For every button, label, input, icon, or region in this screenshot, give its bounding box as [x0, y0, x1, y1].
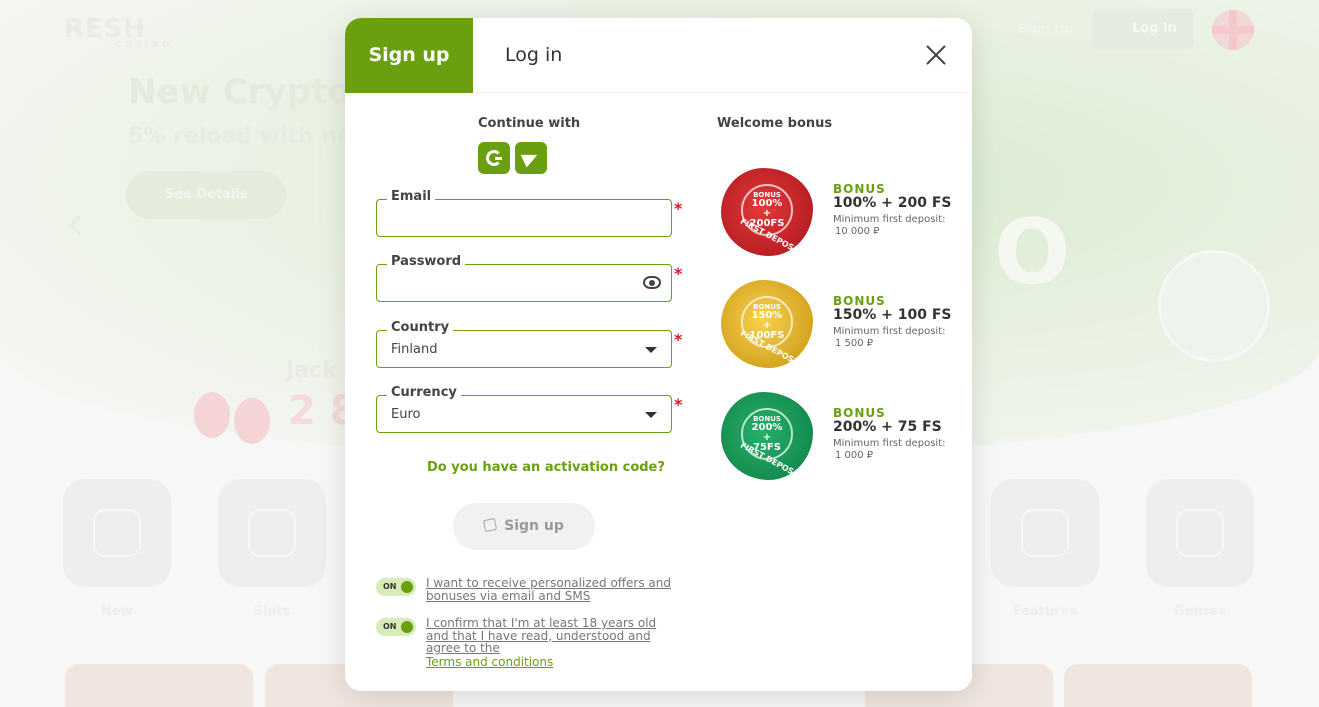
bonus-card-3: BONUS 200% + 75FS FIRST DEPOSIT BONUS 200… [717, 392, 957, 488]
offers-toggle[interactable]: ON [376, 578, 416, 596]
cubes-icon [1176, 509, 1224, 557]
game-card [1064, 664, 1252, 707]
terms-link[interactable]: Terms and conditions [426, 655, 553, 669]
country-select[interactable]: Country Finland [376, 320, 672, 368]
bonus-seal-image: BONUS 100% + 200FS FIRST DEPOSIT [721, 168, 813, 256]
bonus-min-value: 10 000 ₽ [835, 226, 880, 237]
toggle-state: ON [383, 622, 397, 631]
google-icon [486, 150, 502, 166]
bonus-amount: 100% + 200 FS [833, 195, 952, 211]
email-input[interactable] [391, 210, 641, 225]
currency-value: Euro [391, 407, 421, 422]
country-label: Country [387, 320, 454, 335]
category-label: New [101, 604, 133, 619]
google-login-button[interactable] [478, 142, 510, 174]
chevron-down-icon [645, 347, 657, 353]
hero-subtitle: 5% reload with no w [128, 124, 381, 149]
tab-signup[interactable]: Sign up [345, 18, 473, 93]
bonus-tag: BONUS [833, 406, 886, 420]
hero-details-button: See Details [126, 171, 286, 219]
badge-icon [1021, 509, 1069, 557]
bonus-card-1: BONUS 100% + 200FS FIRST DEPOSIT BONUS 10… [717, 168, 957, 264]
cherry-icon [194, 392, 230, 438]
chevron-down-icon [645, 412, 657, 418]
signup-modal: Sign up Log in Continue with Email * Pas… [345, 18, 972, 691]
category-slots [218, 479, 326, 587]
category-label: Genres [1174, 604, 1226, 619]
country-value: Finland [391, 342, 438, 357]
category-new [63, 479, 171, 587]
show-password-icon[interactable] [643, 276, 661, 289]
continue-with-label: Continue with [478, 116, 581, 131]
jackpot-label: Jack [286, 358, 337, 383]
bonus-tag: BONUS [833, 294, 886, 308]
game-card [65, 664, 253, 707]
category-genres [1146, 479, 1254, 587]
activation-code-link[interactable]: Do you have an activation code? [427, 460, 665, 475]
new-badge-icon [93, 509, 141, 557]
header-login-button: Log in [1092, 9, 1194, 49]
currency-label: Currency [387, 385, 461, 400]
email-field[interactable]: Email [376, 189, 672, 237]
bonus-seal-image: BONUS 200% + 75FS FIRST DEPOSIT [721, 392, 813, 480]
toggle-knob [401, 621, 413, 633]
required-marker: * [674, 395, 683, 414]
bonus-seal-image: BONUS 150% + 100FS FIRST DEPOSIT [721, 280, 813, 368]
toggle-knob [401, 581, 413, 593]
password-input[interactable] [391, 275, 641, 290]
slot-machine-icon [248, 509, 296, 557]
currency-select[interactable]: Currency Euro [376, 385, 672, 433]
close-icon[interactable] [923, 42, 949, 68]
offers-consent-text[interactable]: I want to receive personalized offers an… [426, 577, 676, 602]
email-label: Email [387, 189, 436, 204]
hero-coin-image [1158, 250, 1270, 362]
cherry-icon [234, 398, 270, 444]
welcome-bonus-title: Welcome bonus [717, 116, 833, 131]
age-confirm-toggle[interactable]: ON [376, 618, 416, 636]
bonus-card-2: BONUS 150% + 100FS FIRST DEPOSIT BONUS 15… [717, 280, 957, 376]
category-label: Slots [253, 604, 291, 619]
bonus-tag: BONUS [833, 182, 886, 196]
category-label: Features [1012, 604, 1078, 619]
password-field[interactable]: Password [376, 254, 672, 302]
dice-icon [483, 517, 498, 533]
bonus-min-label: Minimum first deposit: [833, 438, 946, 449]
bonus-min-value: 1 500 ₽ [835, 338, 874, 349]
header-signup-link: Sign up [1018, 22, 1074, 37]
hero-decoration: O [994, 200, 1071, 305]
signup-submit-button[interactable]: Sign up [453, 503, 595, 550]
tabs-divider [473, 92, 972, 93]
password-label: Password [387, 254, 466, 269]
age-consent-text[interactable]: I confirm that I'm at least 18 years old… [426, 617, 676, 655]
bonus-amount: 200% + 75 FS [833, 419, 942, 435]
telegram-login-button[interactable] [515, 142, 547, 174]
category-features [991, 479, 1099, 587]
carousel-prev-icon: ‹ [66, 196, 85, 250]
bonus-min-label: Minimum first deposit: [833, 214, 946, 225]
logo-subtext: CASINO [116, 40, 173, 50]
language-flag-icon [1212, 10, 1254, 50]
site-logo: RESH CASINO [64, 14, 173, 50]
required-marker: * [674, 199, 683, 218]
toggle-state: ON [383, 582, 397, 591]
required-marker: * [674, 264, 683, 283]
required-marker: * [674, 330, 683, 349]
bonus-min-value: 1 000 ₽ [835, 450, 874, 461]
bonus-amount: 150% + 100 FS [833, 307, 952, 323]
bonus-min-label: Minimum first deposit: [833, 326, 946, 337]
telegram-icon [520, 148, 541, 168]
tab-login[interactable]: Log in [505, 18, 562, 93]
submit-label: Sign up [504, 518, 564, 534]
